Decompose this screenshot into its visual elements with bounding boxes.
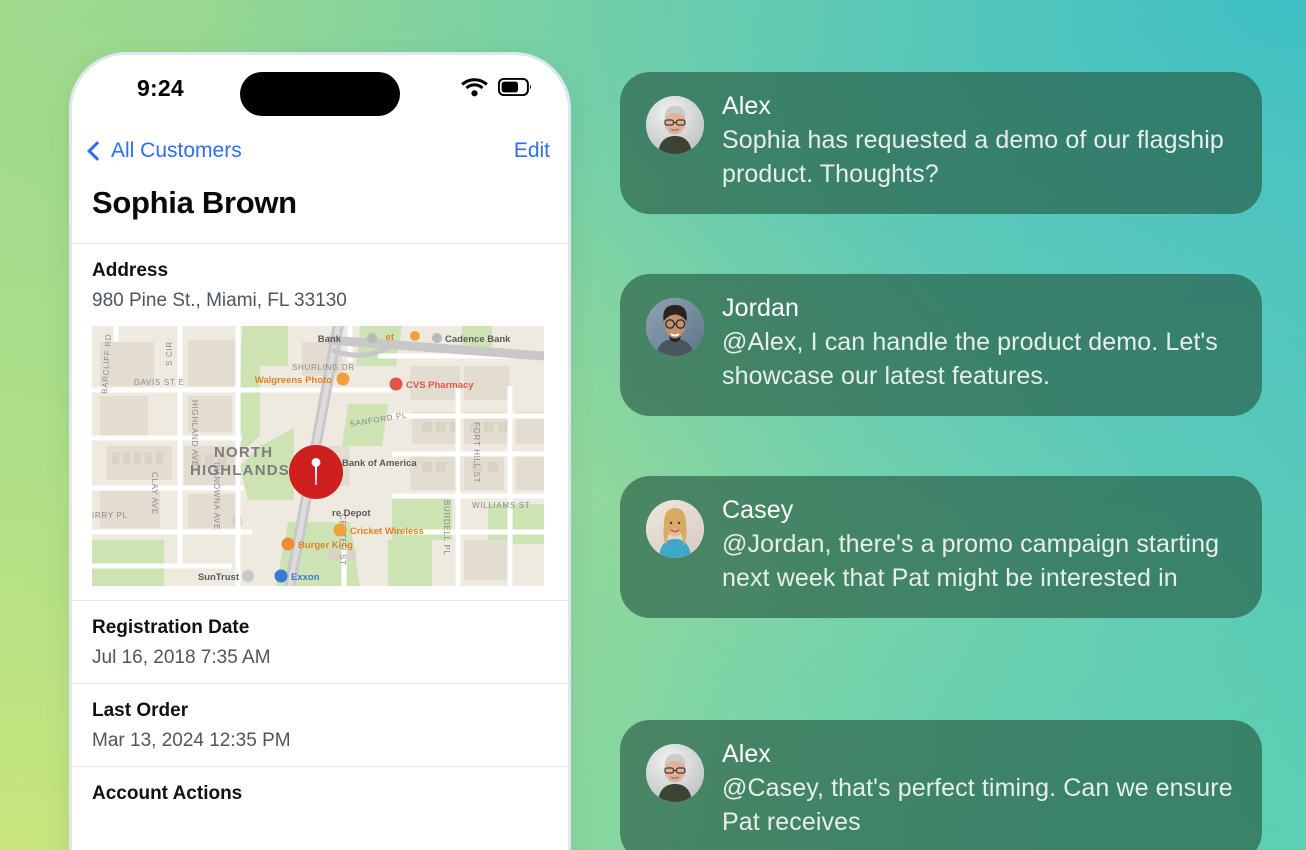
back-button-label: All Customers — [111, 139, 242, 162]
chat-message-text: Sophia has requested a demo of our flags… — [722, 126, 1224, 189]
avatar-alex — [646, 96, 704, 154]
chat-message-card[interactable]: Alex Sophia has requested a demo of our … — [620, 72, 1262, 214]
svg-text:Walgreens Photo: Walgreens Photo — [255, 375, 332, 386]
field-value: Mar 13, 2024 12:35 PM — [92, 730, 291, 751]
map-street-label: S CIR — [165, 341, 174, 366]
field-value: Jul 16, 2018 7:35 AM — [92, 647, 271, 668]
map-neighborhood-label: HIGHLANDS — [190, 462, 290, 479]
map-poi-office-depot: re Depot — [332, 508, 371, 519]
wifi-icon — [461, 78, 488, 97]
chat-message-author: Alex — [722, 740, 772, 768]
svg-text:Bank of America: Bank of America — [342, 458, 417, 469]
svg-text:CVS Pharmacy: CVS Pharmacy — [406, 380, 474, 391]
field-row-registration-date: Registration Date Jul 16, 2018 7:35 AM — [72, 600, 568, 683]
chat-message-card[interactable]: Alex @Casey, that's perfect timing. Can … — [620, 720, 1262, 850]
status-bar-time: 9:24 — [137, 75, 184, 101]
phone-mockup: 9:24 All Customers Edit Sophia Brown Add… — [72, 55, 568, 850]
chat-message-author: Alex — [722, 92, 772, 120]
edit-button[interactable]: Edit — [514, 139, 550, 163]
map-graphic: BARCLIFF RD S CIR DAVIS ST E SHURLING DR… — [92, 326, 544, 586]
field-value: 980 Pine St., Miami, FL 33130 — [92, 290, 347, 311]
svg-text:SunTrust: SunTrust — [198, 572, 240, 583]
chat-message-card[interactable]: Casey @Jordan, there's a promo campaign … — [620, 476, 1262, 618]
map-street-label: CLAY AVE — [150, 472, 159, 515]
back-button[interactable]: All Customers — [87, 139, 242, 163]
avatar-alex — [646, 744, 704, 802]
page-title: Sophia Brown — [92, 185, 297, 220]
map-street-label: SHURLING DR — [292, 363, 355, 372]
chat-message-author: Casey — [722, 496, 794, 524]
chat-message-body: Alex @Casey, that's perfect timing. Can … — [722, 740, 1236, 840]
map-street-label: WILLIAMS ST — [472, 501, 530, 510]
map-poi-suntrust: SunTrust — [198, 570, 254, 583]
field-row-address: Address 980 Pine St., Miami, FL 33130 BA… — [72, 243, 568, 600]
status-bar-indicators — [461, 77, 532, 97]
field-label: Last Order — [92, 700, 189, 721]
map-poi-exxon: Exxon — [274, 569, 320, 583]
chat-feed: Alex Sophia has requested a demo of our … — [620, 0, 1306, 850]
battery-icon — [498, 78, 532, 96]
chat-message-author: Jordan — [722, 294, 800, 322]
chat-message-text: @Casey, that's perfect timing. Can we en… — [722, 774, 1233, 837]
chat-message-card[interactable]: Jordan @Alex, I can handle the product d… — [620, 274, 1262, 416]
status-bar: 9:24 — [72, 55, 568, 125]
field-label: Address — [92, 260, 169, 281]
chat-message-body: Alex Sophia has requested a demo of our … — [722, 92, 1236, 192]
dynamic-island — [240, 72, 400, 116]
map-street-label: IRRY PL — [92, 511, 128, 520]
chat-message-text: @Jordan, there's a promo campaign starti… — [722, 530, 1220, 593]
chat-message-text: @Alex, I can handle the product demo. Le… — [722, 328, 1218, 391]
svg-text:Bank: Bank — [318, 334, 342, 345]
app-background: 9:24 All Customers Edit Sophia Brown Add… — [0, 0, 1306, 850]
svg-text:Cricket Wireless: Cricket Wireless — [350, 526, 424, 537]
field-label: Account Actions — [92, 783, 243, 804]
map-street-label: DAVIS ST E — [134, 378, 184, 387]
map-street-label: FORT HILL ST — [472, 422, 481, 483]
chevron-left-icon — [87, 140, 107, 161]
svg-text:re Depot: re Depot — [332, 508, 371, 519]
field-row-account-actions: Account Actions — [72, 766, 568, 827]
map-neighborhood-label: NORTH — [214, 444, 273, 461]
avatar-jordan — [646, 298, 704, 356]
svg-text:et: et — [386, 332, 395, 343]
chat-message-body: Casey @Jordan, there's a promo campaign … — [722, 496, 1236, 596]
address-map[interactable]: BARCLIFF RD S CIR DAVIS ST E SHURLING DR… — [92, 326, 544, 586]
chat-message-body: Jordan @Alex, I can handle the product d… — [722, 294, 1236, 394]
navigation-bar: All Customers Edit — [72, 125, 568, 177]
svg-text:Cadence Bank: Cadence Bank — [445, 334, 511, 345]
field-label: Registration Date — [92, 617, 250, 638]
field-row-last-order: Last Order Mar 13, 2024 12:35 PM — [72, 683, 568, 766]
avatar-casey — [646, 500, 704, 558]
map-street-label: BURDELL PL — [442, 500, 451, 556]
svg-text:Exxon: Exxon — [291, 572, 320, 583]
map-pin-icon — [289, 445, 343, 499]
svg-text:Burger King: Burger King — [298, 540, 353, 551]
map-street-label: HIGHLAND AVE — [190, 400, 199, 467]
